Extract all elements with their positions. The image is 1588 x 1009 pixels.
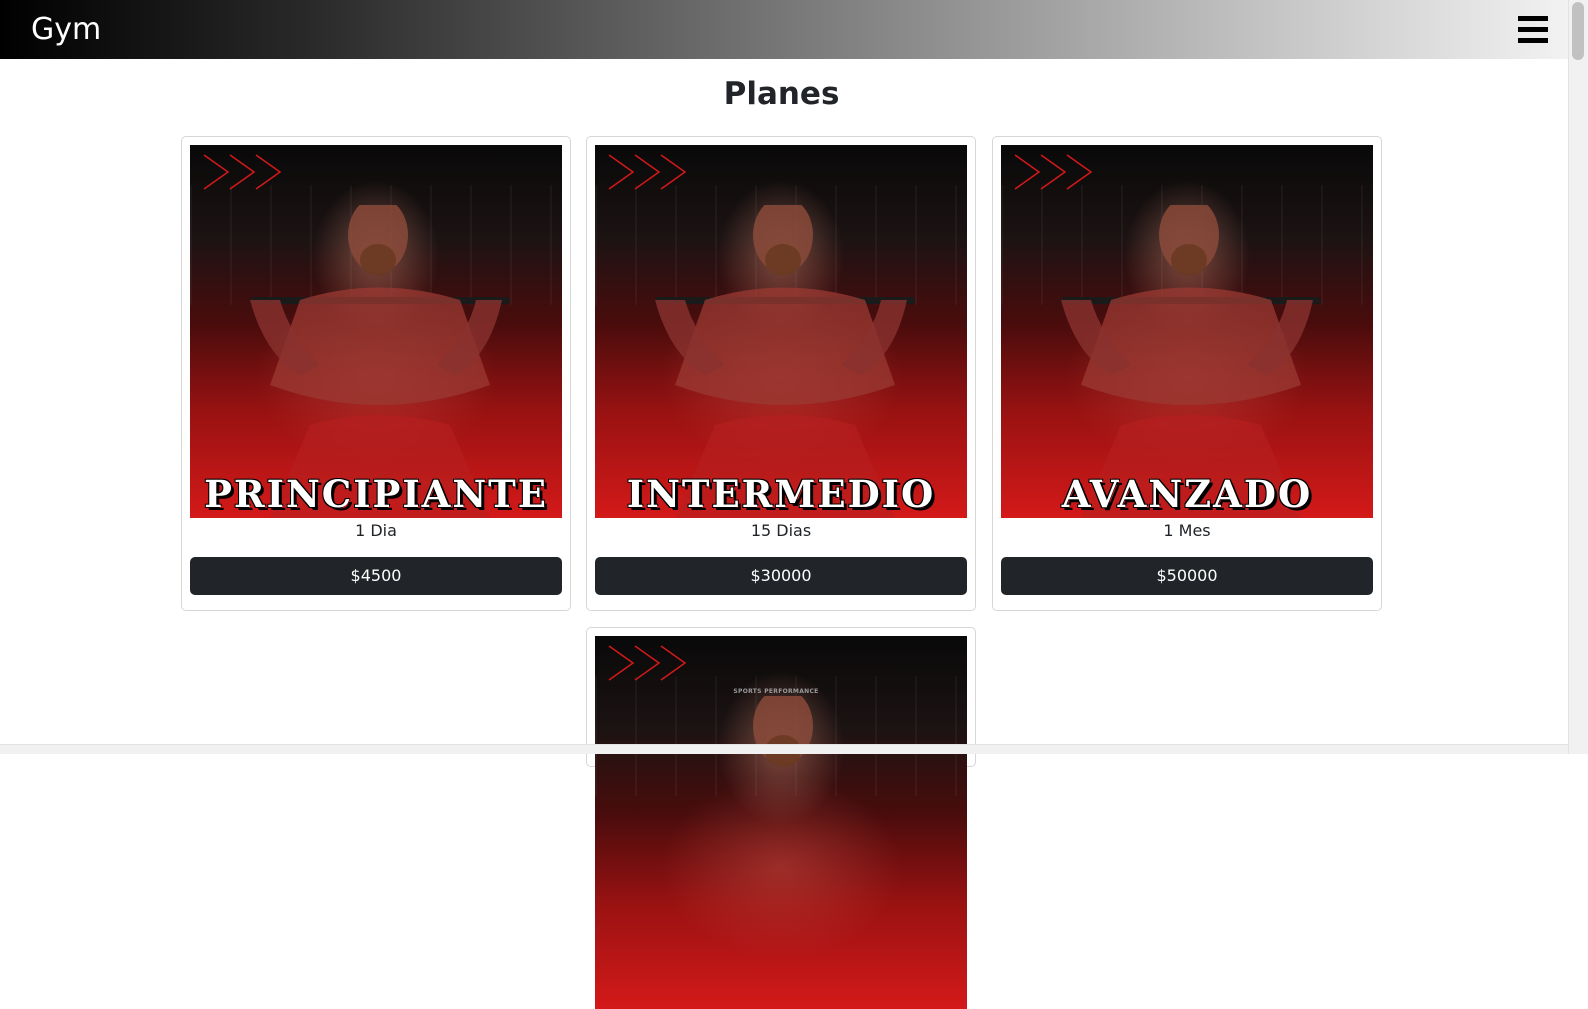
chevron-arrows-icon bbox=[203, 154, 282, 190]
plan-image: AVANZADO bbox=[1001, 145, 1373, 518]
scrollbar-thumb[interactable] bbox=[1572, 2, 1584, 60]
vertical-scrollbar[interactable] bbox=[1568, 0, 1588, 754]
hamburger-menu-icon[interactable] bbox=[1518, 15, 1548, 45]
chevron-arrows-icon bbox=[608, 645, 687, 681]
chevron-arrows-icon bbox=[1014, 154, 1093, 190]
plan-duration: 1 Dia bbox=[355, 521, 397, 540]
athlete-figure bbox=[753, 696, 813, 767]
plan-image: PRINCIPIANTE bbox=[190, 145, 562, 518]
page-title: Planes bbox=[723, 76, 840, 112]
gym-logo-text: SPORTS PERFORMANCE bbox=[733, 688, 819, 695]
plan-price-button[interactable]: $4500 bbox=[190, 557, 562, 595]
plan-price-button[interactable]: $30000 bbox=[595, 557, 967, 595]
plan-image: SPORTS PERFORMANCE bbox=[595, 636, 967, 1009]
chevron-arrows-icon bbox=[608, 154, 687, 190]
horizontal-scrollbar[interactable] bbox=[0, 744, 1568, 754]
plan-duration: 1 Mes bbox=[1163, 521, 1211, 540]
plan-duration: 15 Dias bbox=[750, 521, 812, 540]
plan-card: PRINCIPIANTE 1 Dia $4500 bbox=[181, 136, 571, 611]
plan-image: INTERMEDIO bbox=[595, 145, 967, 518]
plan-level-label: PRINCIPIANTE bbox=[204, 472, 548, 516]
plan-level-label: INTERMEDIO bbox=[626, 472, 936, 516]
plan-price-button[interactable]: $50000 bbox=[1001, 557, 1373, 595]
plan-level-label: AVANZADO bbox=[1061, 472, 1313, 516]
brand-logo[interactable]: Gym bbox=[31, 11, 101, 49]
navbar: Gym bbox=[0, 0, 1568, 59]
plan-card: AVANZADO 1 Mes $50000 bbox=[992, 136, 1382, 611]
plan-card: INTERMEDIO 15 Dias $30000 bbox=[586, 136, 976, 611]
